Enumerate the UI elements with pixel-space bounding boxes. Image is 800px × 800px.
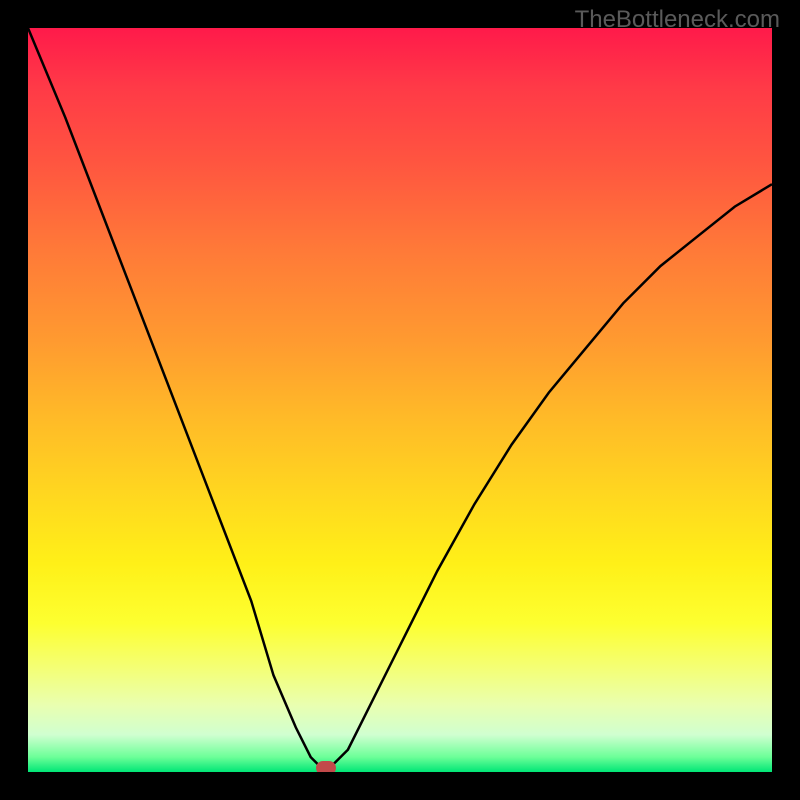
bottleneck-curve (28, 28, 772, 772)
plot-frame: TheBottleneck.com (0, 0, 800, 800)
optimal-point-marker (316, 761, 336, 772)
plot-area (28, 28, 772, 772)
watermark-text: TheBottleneck.com (575, 6, 780, 34)
